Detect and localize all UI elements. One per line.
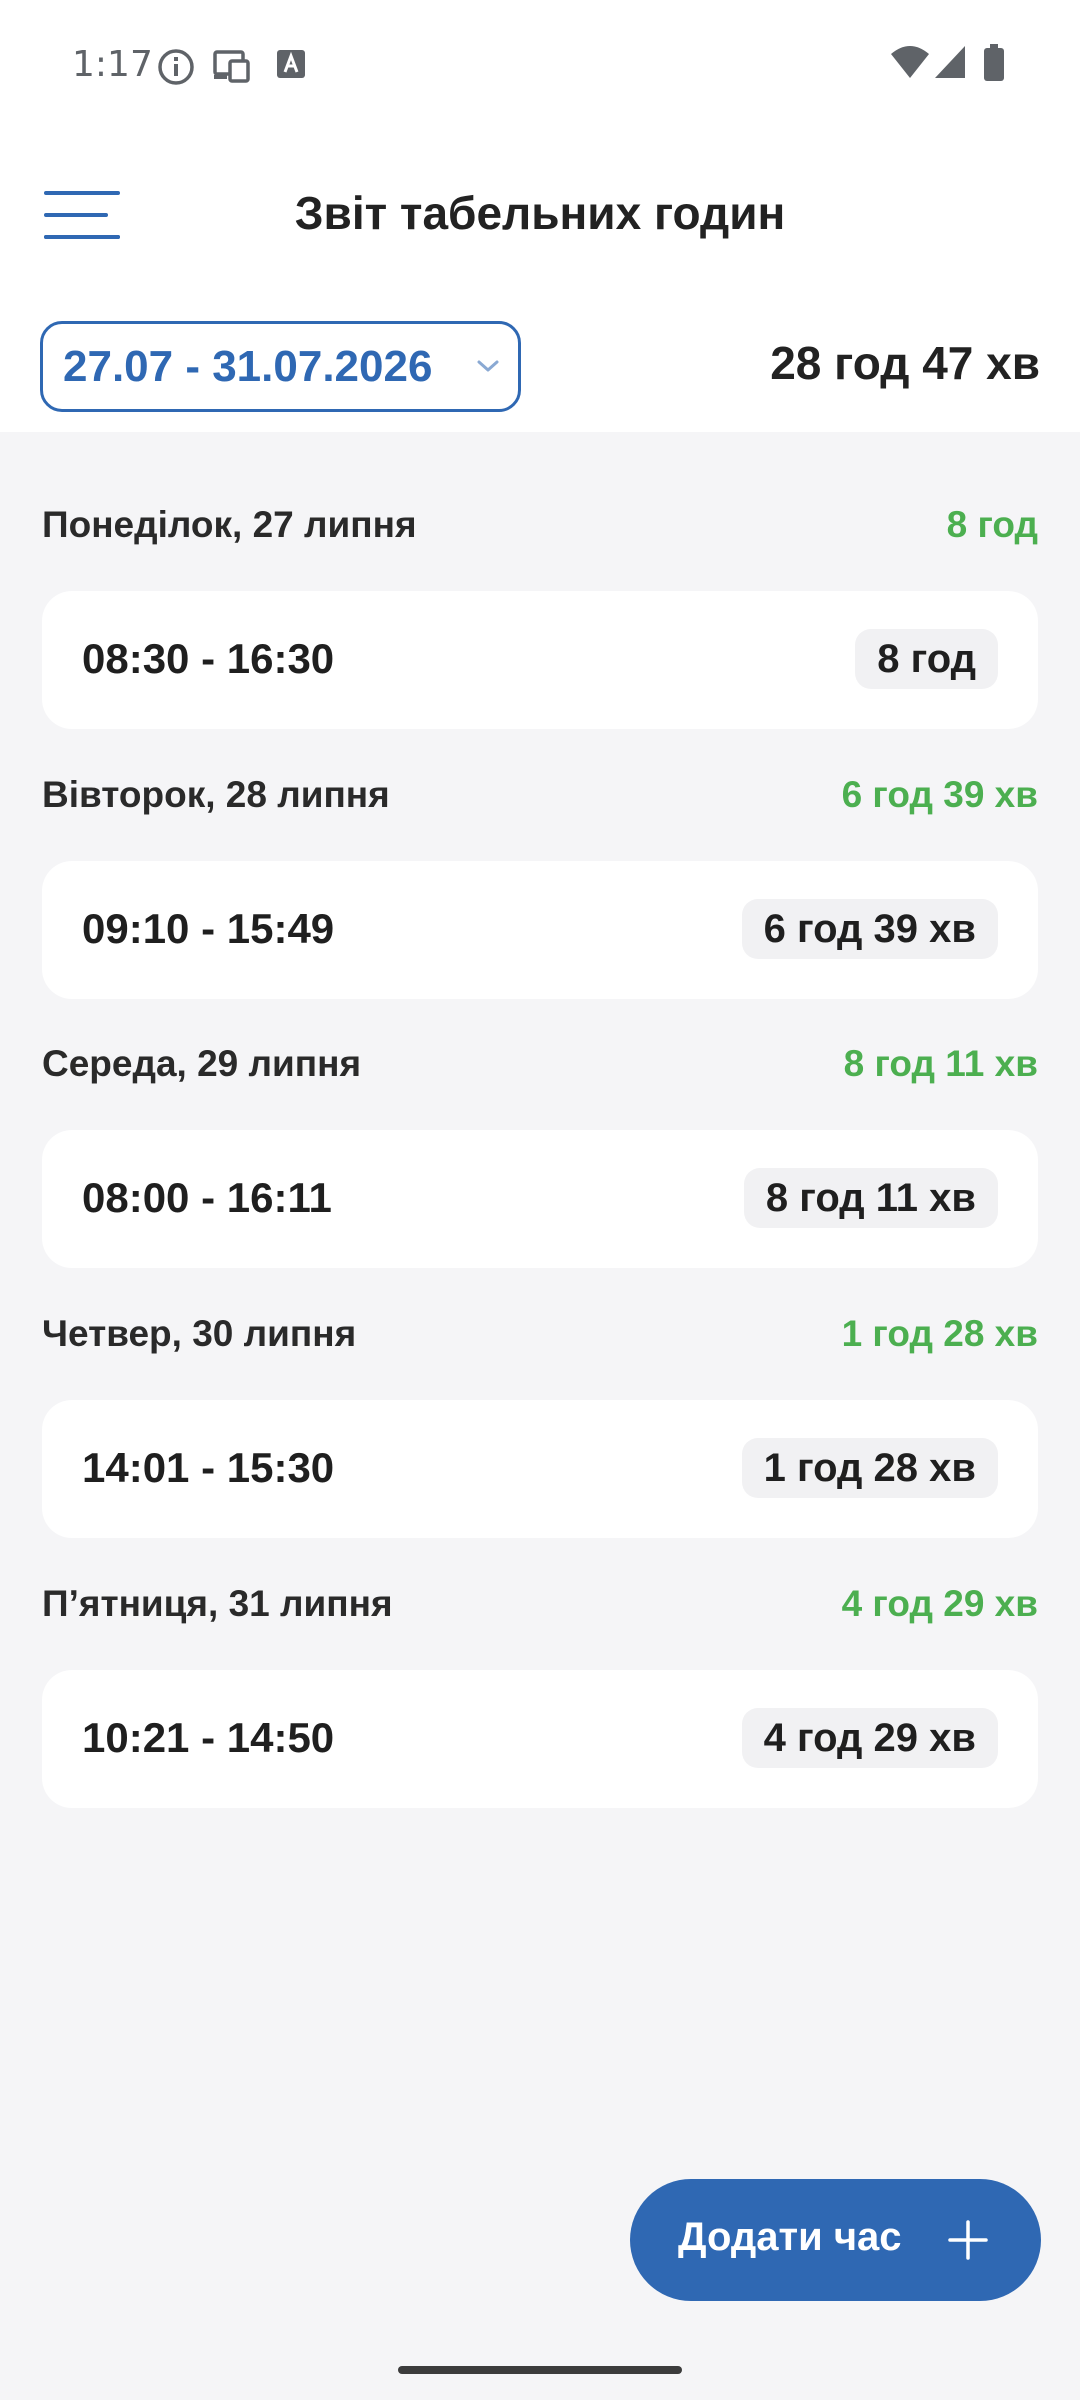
entry-time-range: 08:00 - 16:11 xyxy=(82,1174,332,1221)
time-entry-card[interactable]: 08:30 - 16:30 8 год xyxy=(42,591,1038,729)
date-range-select[interactable]: 27.07 - 31.07.2026 xyxy=(40,321,521,412)
page-title: Звіт табельних годин xyxy=(294,187,786,239)
entry-duration-badge: 1 год 28 хв xyxy=(741,1438,998,1498)
entry-time-range: 10:21 - 14:50 xyxy=(82,1714,335,1761)
wifi-icon xyxy=(891,46,929,78)
time-entry-card[interactable]: 09:10 - 15:49 6 год 39 хв xyxy=(42,861,1038,999)
day-label: Понеділок, 27 липня xyxy=(42,504,417,545)
entry-duration-badge: 6 год 39 хв xyxy=(741,899,998,959)
day-header: Понеділок, 27 липня 8 год xyxy=(42,504,1038,564)
day-total: 8 год 11 хв xyxy=(843,1043,1038,1084)
day-total: 1 год 28 хв xyxy=(841,1313,1038,1354)
day-header: Вівторок, 28 липня 6 год 39 хв xyxy=(42,774,1038,834)
day-label: Четвер, 30 липня xyxy=(42,1313,357,1354)
total-time: 28 год 47 хв xyxy=(770,337,1040,389)
add-time-label: Додати час xyxy=(678,2215,902,2259)
day-label: Середа, 29 липня xyxy=(42,1043,362,1084)
entry-duration-badge: 4 год 29 хв xyxy=(741,1708,998,1768)
day-header: Четвер, 30 липня 1 год 28 хв xyxy=(42,1313,1038,1373)
time-entry-card[interactable]: 10:21 - 14:50 4 год 29 хв xyxy=(42,1670,1038,1808)
plus-icon xyxy=(948,2220,988,2260)
home-indicator[interactable] xyxy=(398,2366,682,2374)
day-total: 6 год 39 хв xyxy=(841,774,1038,815)
cast-icon xyxy=(213,50,250,83)
date-range-label: 27.07 - 31.07.2026 xyxy=(63,342,433,391)
entry-duration-badge: 8 год 11 хв xyxy=(743,1168,998,1228)
day-header: Середа, 29 липня 8 год 11 хв xyxy=(42,1043,1038,1103)
day-label: П’ятниця, 31 липня xyxy=(42,1583,393,1624)
day-header: П’ятниця, 31 липня 4 год 29 хв xyxy=(42,1583,1038,1643)
day-total: 8 год xyxy=(946,504,1038,545)
status-bar: 1:17 xyxy=(0,0,1080,132)
entry-duration-badge: 8 год xyxy=(855,629,998,689)
status-time: 1:17 xyxy=(72,44,153,85)
info-icon xyxy=(158,49,194,85)
time-entry-card[interactable]: 14:01 - 15:30 1 год 28 хв xyxy=(42,1400,1038,1538)
day-total: 4 год 29 хв xyxy=(841,1583,1038,1624)
time-entry-card[interactable]: 08:00 - 16:11 8 год 11 хв xyxy=(42,1130,1038,1268)
entry-time-range: 14:01 - 15:30 xyxy=(82,1444,335,1491)
day-label: Вівторок, 28 липня xyxy=(42,774,390,815)
app-header: Звіт табельних годин xyxy=(0,150,1080,280)
entry-time-range: 09:10 - 15:49 xyxy=(82,905,335,952)
keyboard-a-icon xyxy=(277,50,305,78)
chevron-down-icon xyxy=(477,360,499,372)
signal-icon xyxy=(935,46,965,78)
battery-icon xyxy=(984,44,1004,81)
add-time-button[interactable]: Додати час xyxy=(630,2179,1041,2301)
entry-time-range: 08:30 - 16:30 xyxy=(82,635,335,682)
